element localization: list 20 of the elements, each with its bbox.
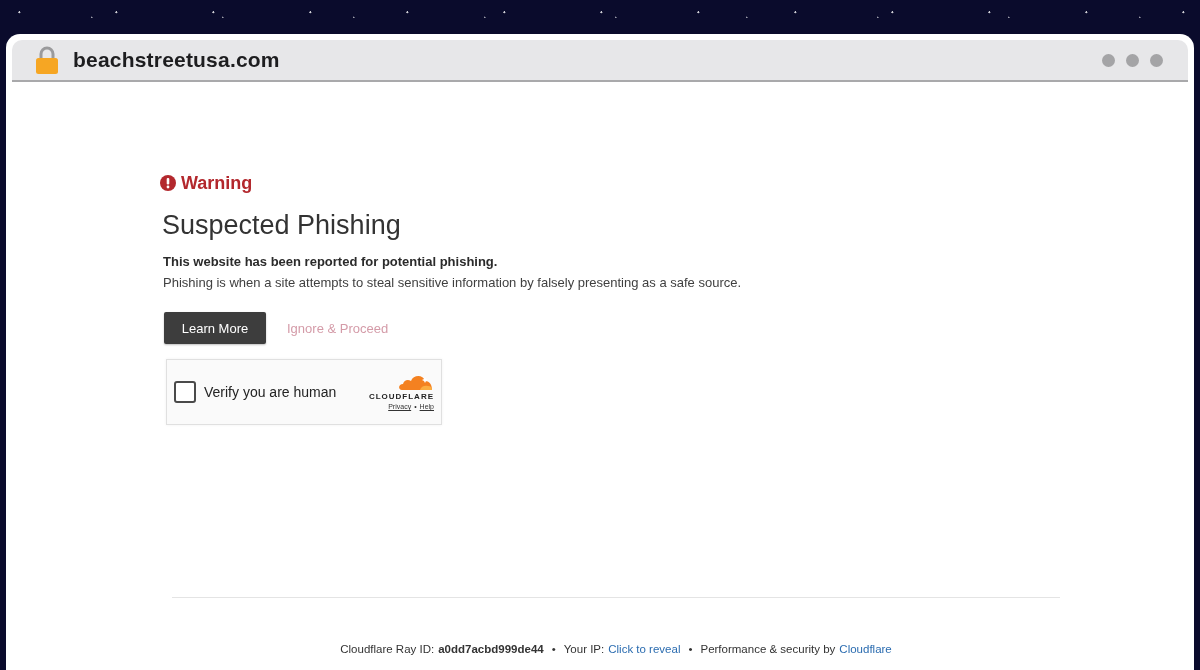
learn-more-button[interactable]: Learn More <box>164 312 266 344</box>
description-text: Phishing is when a site attempts to steal sensitive information by falsely presenting as a safe source. <box>163 274 742 291</box>
exclamation-icon <box>160 175 176 191</box>
brand-text: CLOUDFLARE <box>368 392 434 401</box>
ray-id-value: a0dd7acbd999de44 <box>438 642 544 657</box>
footer-text: Performance & security by <box>700 642 836 657</box>
warning-label: Warning <box>181 173 253 193</box>
footer-text: Your IP: <box>563 642 605 657</box>
footer-text: Cloudflare Ray ID: <box>340 642 435 657</box>
separator-text: • <box>551 642 556 657</box>
separator-text: • <box>688 642 693 657</box>
captcha-label: Verify you are human <box>204 384 337 400</box>
cloud-logo-icon <box>398 374 432 390</box>
checkbox[interactable] <box>174 381 196 403</box>
page-title: Suspected Phishing <box>162 209 401 242</box>
url-text: beachstreetusa.com <box>73 48 280 72</box>
footer-link[interactable]: Click to reveal <box>608 641 681 657</box>
window-dots-icon <box>1102 53 1163 67</box>
lead-text: This website has been reported for potential phishing. <box>163 253 498 270</box>
footer-link[interactable]: Cloudflare <box>839 641 892 657</box>
